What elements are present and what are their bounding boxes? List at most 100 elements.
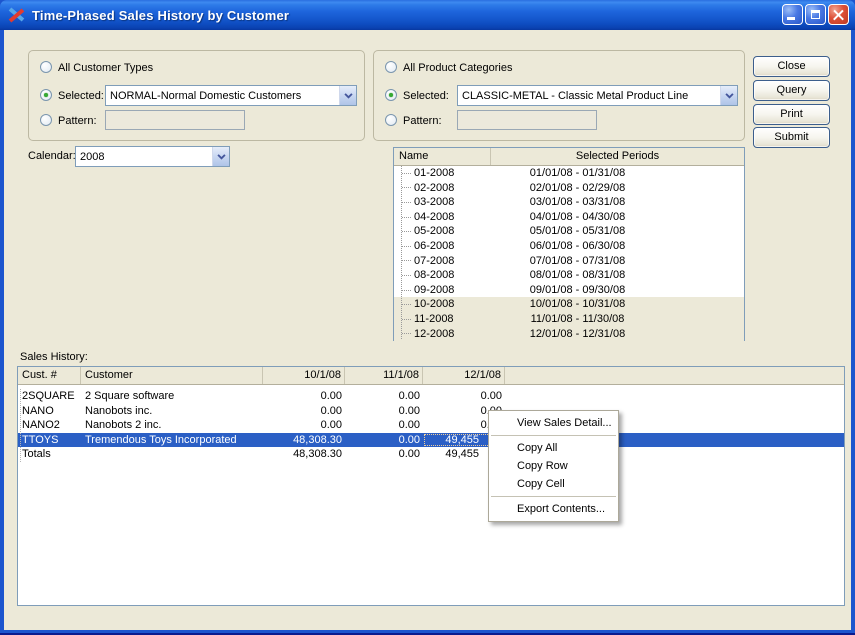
submit-button[interactable]: Submit [753,127,830,148]
period-range: 08/01/08 - 08/31/08 [491,268,744,283]
sales-cell[interactable]: 0.00 [263,418,345,433]
sales-row[interactable]: NANO2Nanobots 2 inc.0.000.000.00 [18,418,844,433]
sales-cell[interactable]: 48,308.30 [263,433,345,448]
period-row[interactable]: 02-200802/01/08 - 02/29/08 [394,181,744,196]
period-row[interactable]: 09-200809/01/08 - 09/30/08 [394,283,744,298]
radio-all-product-categories[interactable] [385,61,397,73]
tree-branch-icon [402,333,411,334]
product-category-value: CLASSIC-METAL - Classic Metal Product Li… [458,90,720,102]
period-row[interactable]: 04-200804/01/08 - 04/30/08 [394,210,744,225]
period-row[interactable]: 10-200810/01/08 - 10/31/08 [394,297,744,312]
periods-header: Name Selected Periods [394,148,744,166]
period-name: 07-2008 [414,254,454,269]
customer-pattern-label: Pattern: [58,115,97,127]
period-name: 04-2008 [414,210,454,225]
print-button[interactable]: Print [753,104,830,125]
sales-cell[interactable]: 2SQUARE [18,389,81,404]
context-menu-item[interactable]: Copy Cell [489,475,618,493]
sales-cell[interactable]: Nanobots inc. [81,404,263,419]
dropdown-arrow-icon[interactable] [720,86,737,105]
sales-cell[interactable]: NANO2 [18,418,81,433]
radio-customer-pattern[interactable] [40,114,52,126]
periods-col-selected-periods[interactable]: Selected Periods [491,148,744,165]
dropdown-arrow-icon[interactable] [339,86,356,105]
sales-cell[interactable]: 2 Square software [81,389,263,404]
close-button[interactable]: Close [753,56,830,77]
period-row[interactable]: 06-200806/01/08 - 06/30/08 [394,239,744,254]
period-range: 01/01/08 - 01/31/08 [491,166,744,181]
sales-cell[interactable]: Tremendous Toys Incorporated [81,433,263,448]
sales-column-header[interactable]: Customer [81,367,263,384]
sales-cell[interactable] [81,447,263,462]
sales-history-header: Cust. #Customer10/1/0811/1/0812/1/08 [18,367,844,385]
radio-product-pattern[interactable] [385,114,397,126]
tree-branch-icon [402,246,411,247]
period-name: 01-2008 [414,166,454,181]
sales-cell[interactable]: 0.00 [263,389,345,404]
app-window: Time-Phased Sales History by Customer Al… [0,0,855,635]
sales-row[interactable]: NANONanobots inc.0.000.000.00 [18,404,844,419]
customer-pattern-input[interactable] [105,110,245,130]
sales-cell[interactable]: NANO [18,404,81,419]
period-row[interactable]: 01-2008 01/01/08 - 01/31/08 [394,166,744,181]
sales-row[interactable]: Totals48,308.300.0049,455 [18,447,844,462]
sales-cell[interactable]: 0.00 [423,389,505,404]
radio-product-selected[interactable] [385,89,397,101]
context-menu-item[interactable]: View Sales Detail... [489,414,618,432]
sales-cell[interactable]: 0.00 [345,389,423,404]
period-range: 02/01/08 - 02/29/08 [491,181,744,196]
period-range: 12/01/08 - 12/31/08 [491,327,744,342]
product-pattern-input[interactable] [457,110,597,130]
sales-cell[interactable]: 0.00 [345,418,423,433]
sales-cell[interactable]: Totals [18,447,81,462]
period-row[interactable]: 07-2008 07/01/08 - 07/31/08 [394,254,744,269]
periods-col-name[interactable]: Name [394,148,491,165]
calendar-label: Calendar: [28,150,76,162]
period-row[interactable]: 03-200803/01/08 - 03/31/08 [394,195,744,210]
context-menu-item[interactable]: Copy All [489,439,618,457]
periods-list: Name Selected Periods 01-2008 01/01/08 - … [393,147,745,341]
sales-cell[interactable]: 0.00 [345,404,423,419]
sales-cell[interactable]: 48,308.30 [263,447,345,462]
period-range: 03/01/08 - 03/31/08 [491,195,744,210]
maximize-icon [811,10,820,19]
sales-cell[interactable]: 0.00 [263,404,345,419]
calendar-dropdown[interactable]: 2008 [75,146,230,167]
period-row[interactable]: 08-200808/01/08 - 08/31/08 [394,268,744,283]
period-range: 07/01/08 - 07/31/08 [491,254,744,269]
sales-column-header[interactable]: 12/1/08 [423,367,505,384]
sales-row[interactable]: TTOYSTremendous Toys Incorporated48,308.… [18,433,844,448]
minimize-button[interactable] [782,4,803,25]
maximize-button[interactable] [805,4,826,25]
all-customer-types-label: All Customer Types [58,62,153,74]
tree-branch-icon [402,275,411,276]
sales-history-table: Cust. #Customer10/1/0811/1/0812/1/08 2SQ… [17,366,845,606]
dropdown-arrow-icon[interactable] [212,147,229,166]
period-row[interactable]: 12-200812/01/08 - 12/31/08 [394,327,744,342]
sales-cell[interactable]: TTOYS [18,433,81,448]
app-icon [8,6,26,24]
sales-row[interactable]: 2SQUARE2 Square software0.000.000.00 [18,389,844,404]
radio-all-customer-types[interactable] [40,61,52,73]
sales-column-header[interactable]: 11/1/08 [345,367,423,384]
query-button[interactable]: Query [753,80,830,101]
sales-column-header[interactable]: 10/1/08 [263,367,345,384]
product-selected-label: Selected: [403,90,449,102]
calendar-value: 2008 [76,151,212,163]
sales-cell[interactable]: Nanobots 2 inc. [81,418,263,433]
sales-cell[interactable]: 0.00 [345,447,423,462]
sales-column-header[interactable]: Cust. # [18,367,81,384]
product-pattern-label: Pattern: [403,115,442,127]
context-menu-item[interactable]: Export Contents... [489,500,618,518]
radio-customer-selected[interactable] [40,89,52,101]
period-row[interactable]: 05-200805/01/08 - 05/31/08 [394,224,744,239]
period-name: 05-2008 [414,224,454,239]
tree-branch-icon [402,260,411,261]
sales-cell[interactable]: 0.00 [345,433,423,448]
context-menu-item[interactable]: Copy Row [489,457,618,475]
customer-type-dropdown[interactable]: NORMAL-Normal Domestic Customers [105,85,357,106]
close-window-button[interactable] [828,4,849,25]
period-row[interactable]: 11-200811/01/08 - 11/30/08 [394,312,744,327]
titlebar[interactable]: Time-Phased Sales History by Customer [0,0,855,30]
product-category-dropdown[interactable]: CLASSIC-METAL - Classic Metal Product Li… [457,85,738,106]
